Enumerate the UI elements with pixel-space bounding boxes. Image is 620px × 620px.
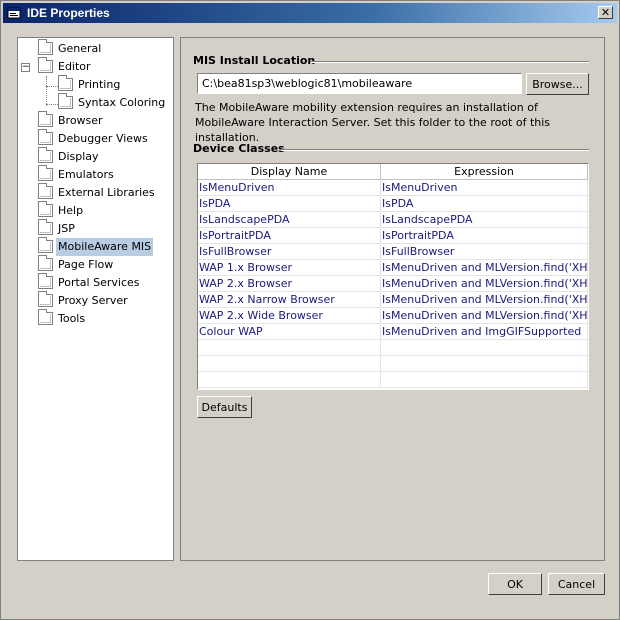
description-line: MobileAware Interaction Server. Set this… bbox=[195, 116, 551, 144]
section-divider bbox=[281, 149, 589, 151]
folder-icon bbox=[38, 129, 53, 145]
close-icon[interactable]: ✕ bbox=[598, 6, 613, 19]
folder-icon bbox=[38, 255, 53, 271]
table-row[interactable]: IsPortraitPDA IsPortraitPDA bbox=[198, 228, 588, 244]
cell-display-name[interactable]: IsPortraitPDA bbox=[198, 228, 381, 244]
table-row[interactable]: WAP 2.x Narrow Browser IsMenuDriven and M… bbox=[198, 292, 588, 308]
cell-expression[interactable]: IsMenuDriven bbox=[381, 180, 588, 196]
column-header-expression[interactable]: Expression bbox=[381, 164, 588, 180]
table-row[interactable]: WAP 2.x Wide Browser IsMenuDriven and MLV… bbox=[198, 308, 588, 324]
cell-expression[interactable]: IsMenuDriven and MLVersion.find('XHTM... bbox=[381, 276, 588, 292]
tree-item-label: Display bbox=[58, 150, 99, 163]
folder-icon bbox=[38, 165, 53, 181]
tree-item-label: Debugger Views bbox=[58, 132, 148, 145]
browse-button[interactable]: Browse... bbox=[526, 73, 589, 95]
cell-display-name[interactable]: IsFullBrowser bbox=[198, 244, 381, 260]
table-header: Display Name Expression bbox=[198, 164, 588, 180]
tree-item-label: General bbox=[58, 42, 102, 55]
tree-item-label: JSP bbox=[58, 222, 75, 235]
window-title: IDE Properties bbox=[27, 6, 110, 20]
folder-icon bbox=[58, 75, 73, 91]
tree-item-label: Browser bbox=[58, 114, 103, 127]
tree-connector bbox=[46, 76, 47, 106]
folder-icon bbox=[38, 111, 53, 127]
tree-item-label: Syntax Coloring bbox=[78, 96, 166, 109]
folder-icon bbox=[38, 147, 53, 163]
cell-expression[interactable]: IsLandscapePDA bbox=[381, 212, 588, 228]
cell-display-name[interactable] bbox=[198, 340, 381, 356]
ok-button[interactable]: OK bbox=[488, 573, 542, 595]
cell-expression[interactable]: IsMenuDriven and MLVersion.find('XHTM... bbox=[381, 292, 588, 308]
table-row[interactable]: WAP 2.x Browser IsMenuDriven and MLVersio… bbox=[198, 276, 588, 292]
cell-display-name[interactable]: IsLandscapePDA bbox=[198, 212, 381, 228]
settings-tree[interactable]: General − Editor Printing Syntax Colorin… bbox=[17, 37, 174, 561]
title-bar[interactable]: IDE Properties ✕ bbox=[3, 3, 617, 23]
cell-display-name[interactable]: IsPDA bbox=[198, 196, 381, 212]
tree-connector bbox=[46, 86, 58, 87]
empty-table-row[interactable] bbox=[198, 340, 588, 356]
tree-item-label: External Libraries bbox=[58, 186, 155, 199]
column-header-display-name[interactable]: Display Name bbox=[198, 164, 381, 180]
folder-icon bbox=[38, 39, 53, 55]
cell-display-name[interactable]: Colour WAP bbox=[198, 324, 381, 340]
folder-icon bbox=[38, 183, 53, 199]
empty-table-row[interactable] bbox=[198, 356, 588, 372]
cell-display-name[interactable] bbox=[198, 372, 381, 388]
table-row[interactable]: Colour WAP IsMenuDriven and ImgGIFSupport… bbox=[198, 324, 588, 340]
folder-icon bbox=[38, 201, 53, 217]
cell-display-name[interactable]: WAP 1.x Browser bbox=[198, 260, 381, 276]
cell-display-name[interactable] bbox=[198, 356, 381, 372]
cell-expression[interactable]: IsFullBrowser bbox=[381, 244, 588, 260]
device-classes-title: Device Classes bbox=[193, 142, 285, 155]
description-line: The MobileAware mobility extension requi… bbox=[195, 101, 538, 114]
tree-item-label: Printing bbox=[78, 78, 121, 91]
collapse-icon[interactable]: − bbox=[21, 63, 30, 72]
cell-display-name[interactable]: WAP 2.x Browser bbox=[198, 276, 381, 292]
device-classes-table[interactable]: Display Name Expression IsMenuDriven IsMe… bbox=[197, 163, 589, 390]
defaults-button[interactable]: Defaults bbox=[197, 396, 252, 418]
folder-icon bbox=[38, 291, 53, 307]
cell-display-name[interactable]: IsMenuDriven bbox=[198, 180, 381, 196]
cell-expression[interactable]: IsPortraitPDA bbox=[381, 228, 588, 244]
folder-icon bbox=[38, 309, 53, 325]
install-description: The MobileAware mobility extension requi… bbox=[195, 100, 595, 145]
cell-expression[interactable] bbox=[381, 356, 588, 372]
tree-item-label: Editor bbox=[58, 60, 91, 73]
install-path-input[interactable] bbox=[197, 73, 522, 94]
cell-display-name[interactable]: WAP 2.x Narrow Browser bbox=[198, 292, 381, 308]
tree-item-label: Emulators bbox=[58, 168, 114, 181]
tree-item-label: Proxy Server bbox=[58, 294, 128, 307]
cell-expression[interactable] bbox=[381, 372, 588, 388]
folder-icon bbox=[38, 237, 53, 253]
table-row[interactable]: IsLandscapePDA IsLandscapePDA bbox=[198, 212, 588, 228]
tree-connector bbox=[46, 104, 58, 105]
folder-icon bbox=[58, 93, 73, 109]
tree-item-label: Page Flow bbox=[58, 258, 114, 271]
cell-expression[interactable] bbox=[381, 340, 588, 356]
tree-item-label: Tools bbox=[58, 312, 86, 325]
ide-properties-dialog: IDE Properties ✕ General − Editor Printi… bbox=[0, 0, 620, 620]
table-row[interactable]: WAP 1.x Browser IsMenuDriven and MLVersio… bbox=[198, 260, 588, 276]
cell-expression[interactable]: IsPDA bbox=[381, 196, 588, 212]
tree-item-label: Help bbox=[58, 204, 84, 217]
table-row[interactable]: IsFullBrowser IsFullBrowser bbox=[198, 244, 588, 260]
cell-expression[interactable]: IsMenuDriven and MLVersion.find('XHTM... bbox=[381, 260, 588, 276]
tree-item-label: Portal Services bbox=[58, 276, 140, 289]
tree-item-label: MobileAware MIS bbox=[56, 238, 154, 256]
cell-expression[interactable]: IsMenuDriven and ImgGIFSupported bbox=[381, 324, 588, 340]
table-row[interactable]: IsPDA IsPDA bbox=[198, 196, 588, 212]
app-icon bbox=[7, 7, 21, 19]
empty-table-row[interactable] bbox=[198, 372, 588, 388]
table-row[interactable]: IsMenuDriven IsMenuDriven bbox=[198, 180, 588, 196]
install-section-title: MIS Install Location bbox=[193, 54, 316, 67]
section-divider bbox=[311, 61, 589, 63]
folder-icon bbox=[38, 57, 53, 73]
cancel-button[interactable]: Cancel bbox=[548, 573, 605, 595]
folder-icon bbox=[38, 273, 53, 289]
cell-expression[interactable]: IsMenuDriven and MLVersion.find('XHTM... bbox=[381, 308, 588, 324]
folder-icon bbox=[38, 219, 53, 235]
mis-settings-panel: MIS Install Location Browse... The Mobil… bbox=[180, 37, 605, 561]
cell-display-name[interactable]: WAP 2.x Wide Browser bbox=[198, 308, 381, 324]
